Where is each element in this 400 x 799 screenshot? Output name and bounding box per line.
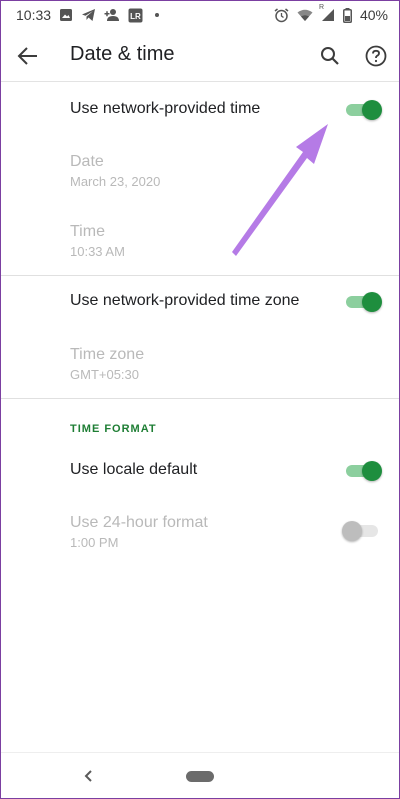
app-bar: Date & time	[0, 30, 400, 82]
help-icon	[365, 45, 387, 67]
hour-24-switch[interactable]	[342, 519, 378, 541]
page-title: Date & time	[70, 43, 175, 65]
dot-icon	[155, 13, 160, 17]
status-time: 10:33	[16, 7, 52, 23]
network-time-row[interactable]: Use network-provided time	[0, 82, 400, 140]
network-zone-switch[interactable]	[346, 290, 382, 312]
alarm-icon	[274, 7, 289, 23]
time-value: 10:33 AM	[70, 244, 125, 259]
image-icon	[59, 8, 73, 22]
network-zone-row[interactable]: Use network-provided time zone	[0, 276, 400, 328]
navigation-bar	[0, 752, 400, 799]
chevron-left-icon	[84, 770, 92, 782]
network-zone-title: Use network-provided time zone	[70, 292, 300, 309]
help-button[interactable]	[362, 42, 390, 70]
locale-default-row[interactable]: Use locale default	[0, 446, 400, 494]
switch-thumb	[362, 100, 382, 120]
date-row[interactable]: Date March 23, 2020	[0, 145, 400, 205]
network-time-switch[interactable]	[346, 98, 382, 120]
signal-icon: R	[319, 4, 335, 22]
nav-home-pill[interactable]	[186, 771, 214, 782]
battery-icon	[342, 7, 352, 23]
date-title: Date	[70, 153, 104, 170]
date-value: March 23, 2020	[70, 174, 161, 189]
time-format-header: TIME FORMAT	[70, 423, 157, 435]
telegram-icon	[81, 8, 96, 22]
arrow-back-icon	[17, 47, 37, 65]
switch-thumb	[342, 521, 362, 541]
time-zone-title: Time zone	[70, 346, 145, 363]
locale-default-title: Use locale default	[70, 461, 198, 478]
switch-thumb	[362, 461, 382, 481]
battery-percentage: 40%	[359, 7, 388, 23]
search-icon	[321, 47, 339, 65]
wifi-icon	[297, 9, 313, 22]
person-add-icon	[104, 8, 120, 22]
signal-roaming-label: R	[318, 4, 325, 11]
search-button[interactable]	[316, 42, 344, 70]
time-title: Time	[70, 223, 105, 240]
hour-24-row[interactable]: Use 24-hour format 1:00 PM	[0, 506, 400, 564]
switch-thumb	[362, 292, 382, 312]
locale-default-switch[interactable]	[346, 459, 382, 481]
network-time-title: Use network-provided time	[70, 100, 261, 117]
status-bar: 10:33 LR R 40%	[0, 0, 400, 30]
time-row[interactable]: Time 10:33 AM	[0, 215, 400, 273]
nav-back-button[interactable]	[80, 767, 98, 785]
hour-24-value: 1:00 PM	[70, 535, 119, 550]
lr-icon-label: LR	[130, 12, 141, 21]
hour-24-title: Use 24-hour format	[70, 514, 208, 531]
time-zone-value: GMT+05:30	[70, 367, 140, 382]
divider	[0, 398, 400, 399]
time-zone-row[interactable]: Time zone GMT+05:30	[0, 338, 400, 396]
back-button[interactable]	[14, 42, 42, 70]
lr-icon: LR	[128, 8, 143, 23]
